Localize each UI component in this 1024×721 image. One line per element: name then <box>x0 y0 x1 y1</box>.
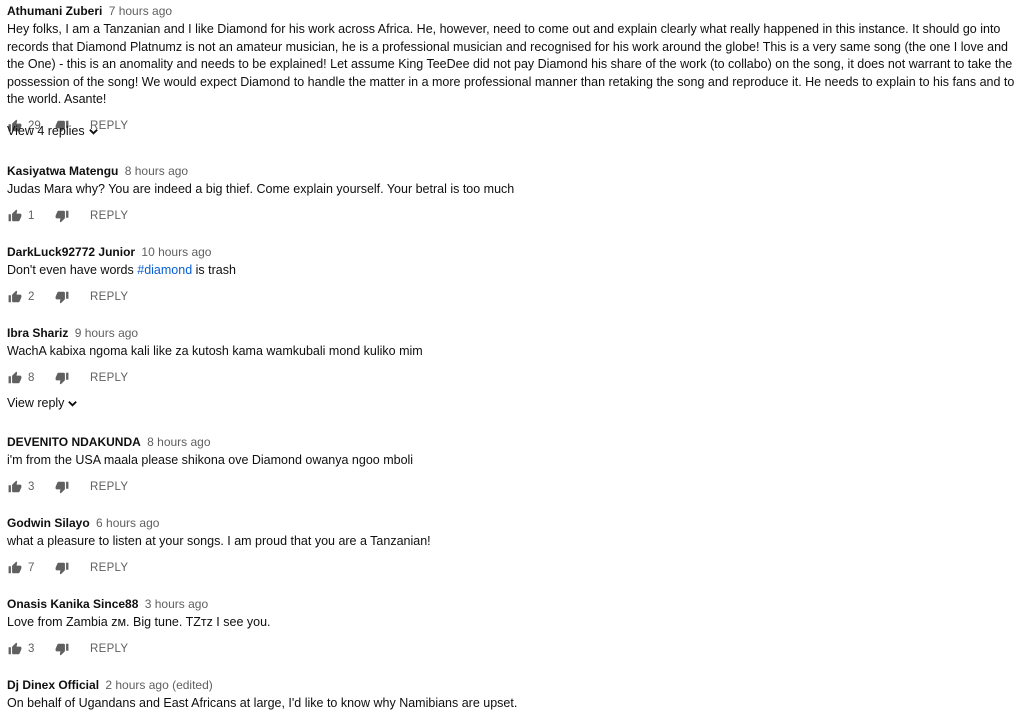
thumbs-down-icon <box>55 372 69 384</box>
like-count: 1 <box>28 209 35 222</box>
thumbs-down-icon <box>55 291 69 303</box>
like-count: 2 <box>28 290 35 303</box>
chevron-down-icon <box>68 400 78 407</box>
comment-header: Athumani Zuberi 7 hours ago <box>7 4 1016 19</box>
comment-header: DarkLuck92772 Junior 10 hours ago <box>7 245 1016 260</box>
view-replies-button[interactable]: View 4 replies <box>7 124 99 138</box>
comment-author[interactable]: Onasis Kanika Since88 <box>7 597 138 611</box>
comment-author[interactable]: Athumani Zuberi <box>7 4 102 18</box>
hashtag-link[interactable]: #diamond <box>137 263 192 277</box>
reply-button[interactable]: REPLY <box>90 372 128 384</box>
comment-author[interactable]: Ibra Shariz <box>7 326 68 340</box>
comment-author[interactable]: DEVENITO NDAKUNDA <box>7 435 141 449</box>
comment-timestamp[interactable]: 8 hours ago <box>147 435 210 449</box>
comment-text: On behalf of Ugandans and East Africans … <box>7 696 518 710</box>
comment-header: DEVENITO NDAKUNDA 8 hours ago <box>7 435 1016 450</box>
comment-thread: DarkLuck92772 Junior 10 hours ago Don't … <box>7 245 1016 305</box>
thumbs-up-icon <box>8 290 22 302</box>
like-count: 3 <box>28 642 35 655</box>
comment-timestamp[interactable]: 2 hours ago (edited) <box>105 678 212 692</box>
thumbs-down-icon <box>55 210 69 222</box>
comment-action-bar: 7 REPLY <box>7 560 1016 576</box>
comment-thread: DEVENITO NDAKUNDA 8 hours ago i'm from t… <box>7 435 1016 495</box>
comment-action-bar: 3 REPLY <box>7 641 1016 657</box>
comment-timestamp[interactable]: 6 hours ago <box>96 516 159 530</box>
thumbs-down-icon <box>55 481 69 493</box>
thumbs-down-icon <box>55 562 69 574</box>
like-button[interactable] <box>7 289 23 305</box>
comment-timestamp[interactable]: 9 hours ago <box>75 326 138 340</box>
comment-action-bar: 3 REPLY <box>7 479 1016 495</box>
comment-timestamp[interactable]: 8 hours ago <box>125 164 188 178</box>
comment-text: Judas Mara why? You are indeed a big thi… <box>7 182 515 196</box>
comment-header: Godwin Silayo 6 hours ago <box>7 516 1016 531</box>
view-replies-button[interactable]: View reply <box>7 396 78 410</box>
comment-text: Hey folks, I am a Tanzanian and I like D… <box>7 22 1015 106</box>
comment-action-bar: 2 REPLY <box>7 289 1016 305</box>
dislike-button[interactable] <box>54 289 70 305</box>
comment-text: what a pleasure to listen at your songs.… <box>7 534 431 548</box>
comment-text: WachA kabixa ngoma kali like za kutosh k… <box>7 344 423 358</box>
comment-thread: Ibra Shariz 9 hours ago WachA kabixa ngo… <box>7 326 1016 386</box>
comment-header: Ibra Shariz 9 hours ago <box>7 326 1016 341</box>
comment-author[interactable]: DarkLuck92772 Junior <box>7 245 135 259</box>
like-button[interactable] <box>7 479 23 495</box>
comment-timestamp[interactable]: 7 hours ago <box>109 4 172 18</box>
comment-text: Don't even have words #diamond is trash <box>7 262 1016 280</box>
comment-thread: Onasis Kanika Since88 3 hours ago Love f… <box>7 597 1016 657</box>
like-count: 3 <box>28 480 35 493</box>
like-button[interactable] <box>7 560 23 576</box>
comment-author[interactable]: Kasiyatwa Matengu <box>7 164 118 178</box>
reply-button[interactable]: REPLY <box>90 291 128 303</box>
comment-thread: Godwin Silayo 6 hours ago what a pleasur… <box>7 516 1016 576</box>
comment-author[interactable]: Dj Dinex Official <box>7 678 99 692</box>
like-count: 7 <box>28 561 35 574</box>
comment-header: Dj Dinex Official 2 hours ago (edited) <box>7 678 1016 693</box>
dislike-button[interactable] <box>54 641 70 657</box>
dislike-button[interactable] <box>54 370 70 386</box>
dislike-button[interactable] <box>54 208 70 224</box>
reply-button[interactable]: REPLY <box>90 481 128 493</box>
comment-text-part: is trash <box>192 263 236 277</box>
comment-timestamp[interactable]: 10 hours ago <box>141 245 211 259</box>
comment-action-bar: 1 REPLY <box>7 208 1016 224</box>
comment-thread: Athumani Zuberi 7 hours ago Hey folks, I… <box>7 4 1016 134</box>
comment-text-part: Don't even have words <box>7 263 138 277</box>
view-replies-label: View reply <box>7 396 65 410</box>
comment-text: i'm from the USA maala please shikona ov… <box>7 453 414 467</box>
dislike-button[interactable] <box>54 479 70 495</box>
comment-header: Kasiyatwa Matengu 8 hours ago <box>7 164 1016 179</box>
reply-button[interactable]: REPLY <box>90 643 128 655</box>
comment-timestamp[interactable]: 3 hours ago <box>145 597 208 611</box>
like-count: 8 <box>28 371 35 384</box>
reply-button[interactable]: REPLY <box>90 562 128 574</box>
comment-thread: Dj Dinex Official 2 hours ago (edited) O… <box>7 678 1016 713</box>
like-button[interactable] <box>7 641 23 657</box>
comment-header: Onasis Kanika Since88 3 hours ago <box>7 597 1016 612</box>
view-replies-label: View 4 replies <box>7 124 85 138</box>
thumbs-up-icon <box>8 371 22 383</box>
comment-action-bar: 8 REPLY <box>7 370 1016 386</box>
like-button[interactable] <box>7 370 23 386</box>
thumbs-down-icon <box>55 643 69 655</box>
reply-button[interactable]: REPLY <box>90 210 128 222</box>
comment-action-bar: 29 REPLY <box>7 118 1016 134</box>
like-button[interactable] <box>7 208 23 224</box>
comment-text: Love from Zambia ᴢᴍ. Big tune. TZᴛᴢ I se… <box>7 615 271 629</box>
thumbs-up-icon <box>8 209 22 221</box>
comment-author[interactable]: Godwin Silayo <box>7 516 90 530</box>
dislike-button[interactable] <box>54 560 70 576</box>
thumbs-up-icon <box>8 480 22 492</box>
thumbs-up-icon <box>8 642 22 654</box>
thumbs-up-icon <box>8 561 22 573</box>
comment-thread: Kasiyatwa Matengu 8 hours ago Judas Mara… <box>7 164 1016 224</box>
chevron-down-icon <box>88 128 98 135</box>
